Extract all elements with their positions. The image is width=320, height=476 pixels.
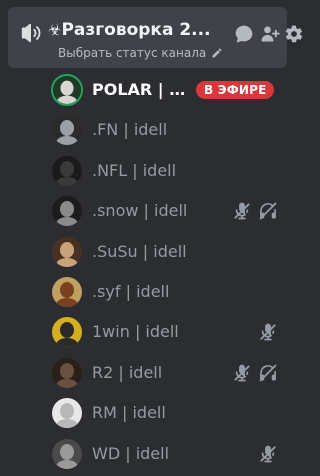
voice-member-row[interactable]: POLAR | id... В ЭФИРЕ (0, 72, 293, 112)
member-name: .FN | idell (92, 120, 168, 140)
member-name: R2 | idell (92, 362, 163, 382)
member-name: .NFL | idell (92, 160, 177, 180)
avatar[interactable] (51, 74, 83, 106)
member-name: 1win | idell (92, 322, 179, 342)
avatar-image (52, 236, 82, 267)
voice-member-row[interactable]: .SuSu | idell (0, 234, 293, 274)
avatar[interactable] (52, 317, 82, 348)
avatar-image (52, 196, 82, 227)
voice-member-row[interactable]: WD | idell (0, 436, 293, 476)
chat-bubble-icon[interactable] (234, 24, 254, 44)
avatar[interactable] (52, 196, 82, 227)
member-name: .SuSu | idell (92, 241, 187, 261)
member-name: POLAR | id... (92, 80, 190, 99)
avatar[interactable] (52, 438, 82, 469)
avatar-image (52, 155, 82, 186)
mic-muted-icon (260, 324, 276, 341)
member-name: WD | idell (92, 443, 170, 463)
avatar[interactable] (52, 276, 82, 307)
voice-member-row[interactable]: .syf | idell (0, 274, 293, 314)
channel-status[interactable]: Выбрать статус канала (58, 45, 223, 61)
channel-name: Разговорка 2... (61, 20, 211, 40)
avatar[interactable] (52, 236, 82, 267)
avatar[interactable] (52, 357, 82, 388)
voice-member-list: POLAR | id... В ЭФИРЕ .FN | idell .NFL |… (0, 72, 293, 476)
voice-member-row[interactable]: .snow | idell (0, 193, 293, 233)
avatar-image (52, 276, 82, 307)
avatar-image (52, 398, 82, 429)
avatar-image (53, 76, 81, 104)
voice-channel-header[interactable]: ☣ Разговорка 2... Выбрать статус канала (8, 7, 303, 68)
deafened-icon (259, 364, 277, 382)
biohazard-icon: ☣ (48, 21, 62, 39)
speaker-icon (21, 23, 41, 43)
member-name: .syf | idell (92, 281, 170, 301)
mic-muted-icon (234, 364, 250, 382)
channel-title[interactable]: ☣ Разговорка 2... (48, 17, 220, 43)
deafened-icon (259, 202, 277, 220)
voice-member-row[interactable]: .FN | idell (0, 112, 293, 152)
member-name: RM | idell (92, 403, 166, 423)
member-name: .snow | idell (92, 201, 188, 221)
invite-user-icon[interactable] (260, 24, 280, 44)
avatar-image (52, 317, 82, 348)
live-badge[interactable]: В ЭФИРЕ (196, 81, 275, 99)
voice-member-row[interactable]: R2 | idell (0, 355, 293, 395)
gear-icon[interactable] (284, 24, 304, 44)
avatar-image (52, 357, 82, 388)
mic-muted-icon (234, 202, 250, 220)
avatar[interactable] (52, 398, 82, 429)
pencil-icon (212, 48, 222, 58)
voice-member-row[interactable]: .NFL | idell (0, 153, 293, 193)
channel-status-placeholder: Выбрать статус канала (58, 46, 207, 60)
avatar[interactable] (52, 115, 82, 146)
avatar-image (52, 438, 82, 469)
voice-member-row[interactable]: RM | idell (0, 395, 293, 435)
avatar[interactable] (52, 155, 82, 186)
voice-member-row[interactable]: 1win | idell (0, 314, 293, 354)
mic-muted-icon (260, 445, 276, 462)
avatar-image (52, 115, 82, 146)
